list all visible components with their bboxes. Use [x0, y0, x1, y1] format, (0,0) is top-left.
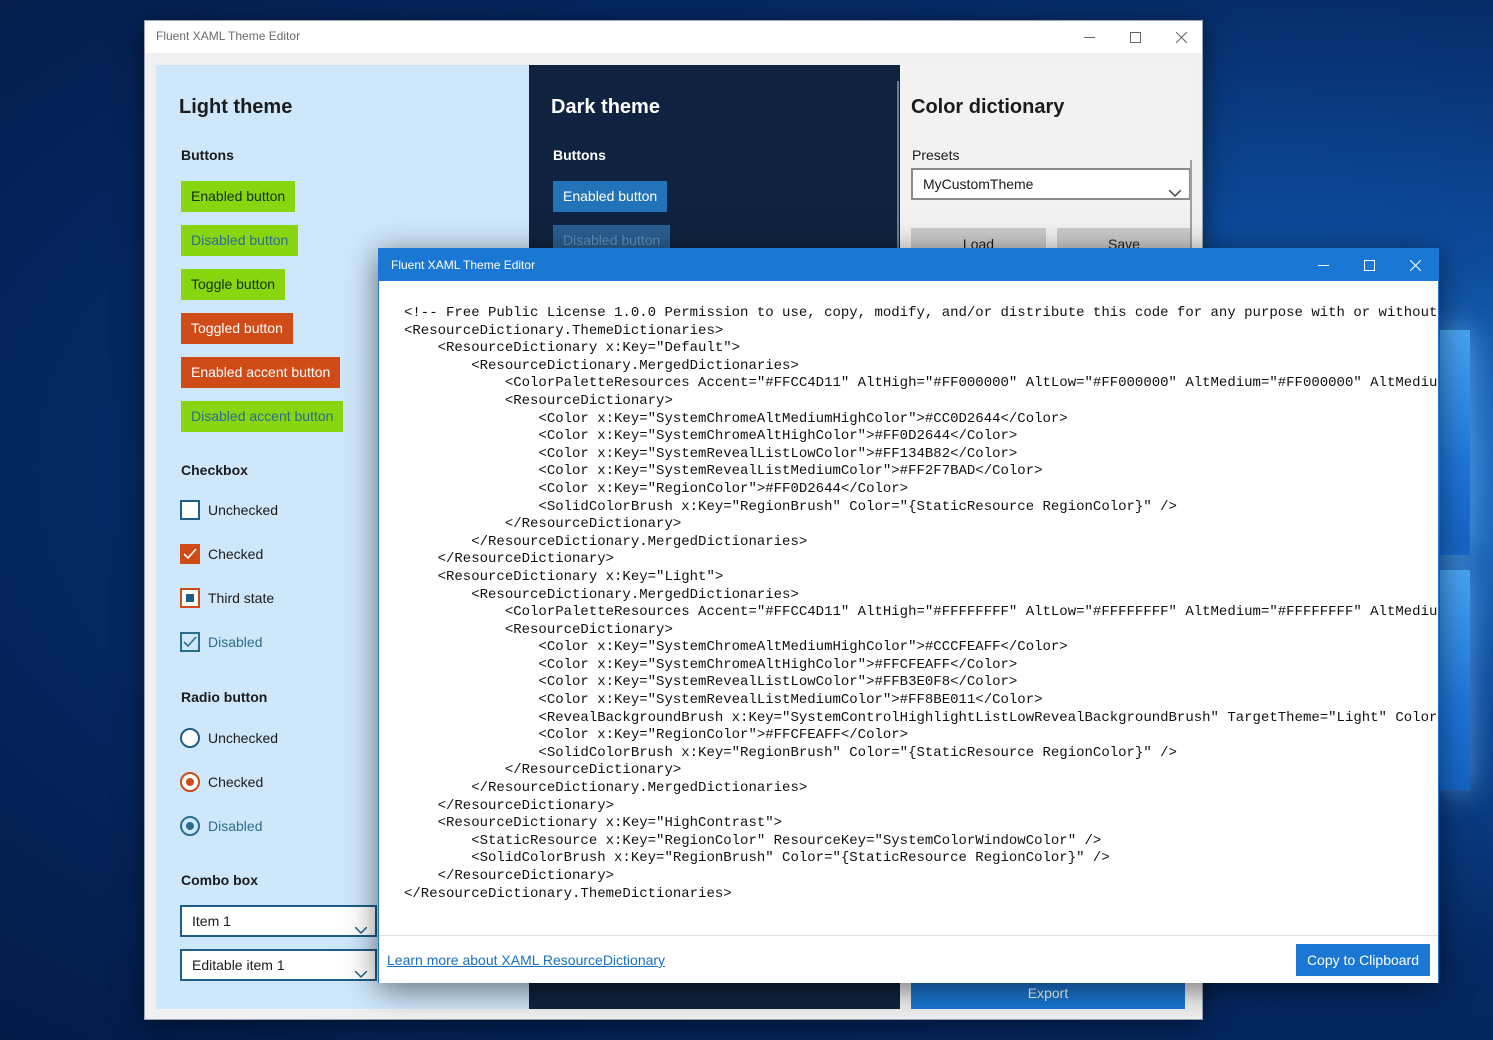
checkbox-label: Disabled: [208, 634, 263, 650]
dark-theme-title: Dark theme: [551, 96, 660, 118]
radio-label: Unchecked: [208, 730, 279, 746]
dialog-titlebar[interactable]: Fluent XAML Theme Editor: [379, 249, 1438, 281]
preset-value: MyCustomTheme: [923, 176, 1034, 192]
minimize-icon[interactable]: [1300, 249, 1346, 281]
light-toggle-button[interactable]: Toggle button: [181, 269, 286, 300]
checkbox-disabled: Disabled: [180, 631, 262, 653]
light-enabled-button[interactable]: Enabled button: [181, 181, 296, 212]
checkbox-third-state[interactable]: Third state: [180, 587, 274, 609]
checkmark-icon: [180, 632, 200, 652]
radio-circle: [180, 772, 200, 792]
dark-buttons-title: Buttons: [553, 147, 606, 163]
checkbox-label: Unchecked: [208, 502, 279, 518]
checkbox-label: Third state: [208, 590, 275, 606]
xaml-code: <!-- Free Public License 1.0.0 Permissio…: [404, 305, 1438, 902]
close-icon[interactable]: [1158, 21, 1204, 53]
dialog-title: Fluent XAML Theme Editor: [391, 258, 536, 272]
combo-box[interactable]: Item 1: [180, 905, 377, 937]
combo-section-title: Combo box: [181, 872, 258, 888]
checkbox-checked[interactable]: Checked: [180, 543, 263, 565]
radio-label: Disabled: [208, 818, 263, 834]
radio-circle: [180, 816, 200, 836]
export-label: Export: [1027, 985, 1069, 1001]
dialog-footer: Learn more about XAML ResourceDictionary…: [379, 935, 1438, 983]
editable-combo-box[interactable]: Editable item 1: [180, 949, 377, 981]
light-disabled-button: Disabled button: [181, 225, 299, 256]
checkbox-label: Checked: [208, 546, 264, 562]
learn-more-link[interactable]: Learn more about XAML ResourceDictionary: [387, 952, 665, 968]
xaml-code-area[interactable]: <!-- Free Public License 1.0.0 Permissio…: [379, 281, 1438, 935]
combo-value: Item 1: [192, 913, 231, 929]
chevron-down-icon: [354, 960, 368, 988]
radio-label: Checked: [208, 774, 264, 790]
light-disabled-accent-button: Disabled accent button: [181, 401, 344, 432]
radio-dot: [186, 778, 194, 786]
light-theme-title: Light theme: [179, 96, 293, 118]
radio-disabled: Disabled: [180, 815, 262, 837]
light-buttons-title: Buttons: [181, 147, 234, 163]
maximize-icon[interactable]: [1112, 21, 1158, 53]
checkbox-section-title: Checkbox: [181, 462, 248, 478]
indeterminate-icon: [186, 594, 194, 602]
maximize-icon[interactable]: [1346, 249, 1392, 281]
checkbox-unchecked[interactable]: Unchecked: [180, 499, 278, 521]
minimize-icon[interactable]: [1066, 21, 1112, 53]
copy-to-clipboard-button[interactable]: Copy to Clipboard: [1295, 944, 1430, 976]
chevron-down-icon: [1168, 179, 1182, 207]
checkbox-box: [180, 500, 200, 520]
desktop-logo-pane-bottom: [1440, 570, 1470, 790]
checkbox-box: [180, 588, 200, 608]
chevron-down-icon: [354, 916, 368, 944]
presets-label: Presets: [912, 147, 960, 163]
window-title: Fluent XAML Theme Editor: [156, 29, 301, 43]
radio-checked[interactable]: Checked: [180, 771, 263, 793]
export-button[interactable]: Export: [911, 983, 1185, 1009]
radio-section-title: Radio button: [181, 689, 268, 705]
dark-enabled-button[interactable]: Enabled button: [553, 181, 668, 212]
dict-scrollbar[interactable]: [1190, 160, 1192, 260]
light-toggled-button[interactable]: Toggled button: [181, 313, 293, 344]
desktop-logo-pane-top: [1440, 330, 1470, 555]
presets-dropdown[interactable]: MyCustomTheme: [911, 168, 1191, 200]
radio-circle: [180, 728, 200, 748]
radio-dot: [186, 822, 194, 830]
checkmark-icon: [180, 544, 200, 564]
close-icon[interactable]: [1392, 249, 1438, 281]
color-dictionary-title: Color dictionary: [911, 96, 1065, 118]
light-enabled-accent-button[interactable]: Enabled accent button: [181, 357, 341, 388]
dark-panel-scrollbar[interactable]: [897, 81, 899, 251]
export-dialog: Fluent XAML Theme Editor <!-- Free Publi…: [378, 248, 1439, 983]
combo-value: Editable item 1: [192, 957, 285, 973]
main-titlebar[interactable]: Fluent XAML Theme Editor: [145, 21, 1202, 53]
radio-unchecked[interactable]: Unchecked: [180, 727, 278, 749]
